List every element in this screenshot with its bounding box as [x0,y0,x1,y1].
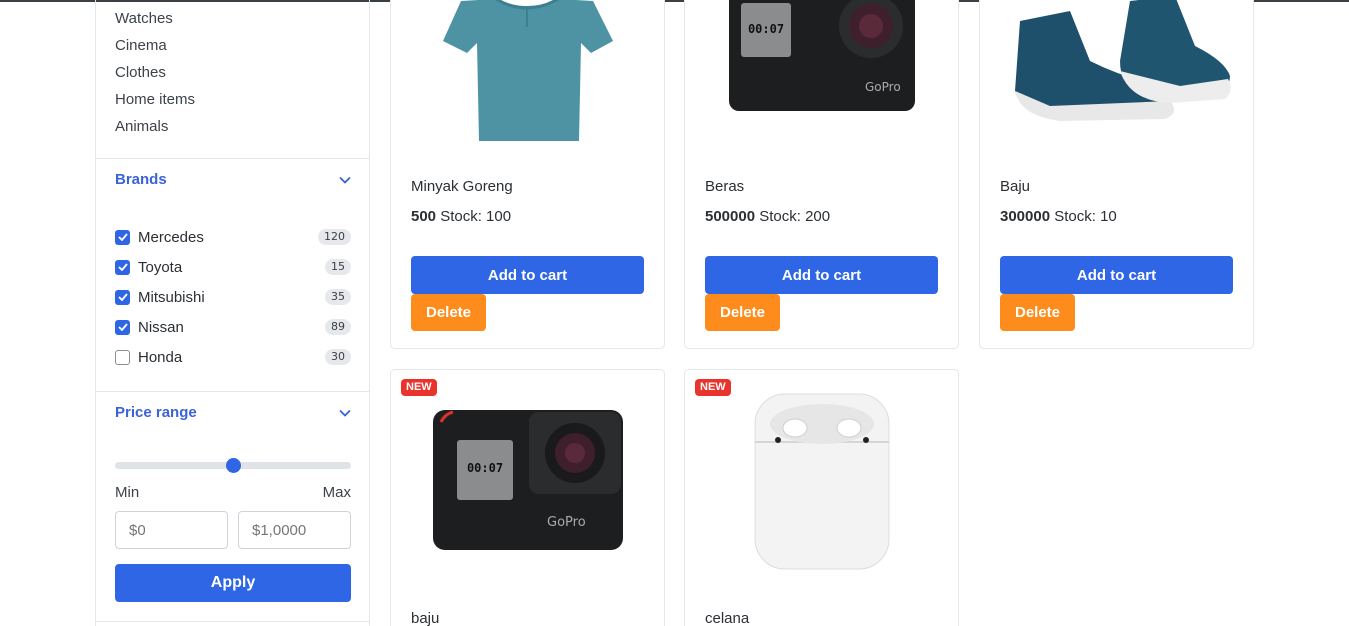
category-item-cinema[interactable]: Cinema [115,32,195,59]
apply-button[interactable]: Apply [115,564,351,602]
checkbox[interactable] [115,289,130,305]
category-item-animals[interactable]: Animals [115,113,195,140]
checkbox[interactable] [115,319,130,335]
filter-sidebar: Watches Cinema Clothes Home items Animal… [95,0,370,626]
product-price-stock: 500000 Stock: 200 [705,208,830,225]
new-badge: NEW [401,379,437,396]
chevron-down-icon[interactable] [339,176,351,184]
check-icon [117,263,128,271]
brand-label: Honda [138,348,183,366]
brand-label: Mercedes [138,228,204,246]
brand-label: Toyota [138,258,183,276]
product-price-stock: 500 Stock: 100 [411,208,511,225]
product-card: Baju 300000 Stock: 10 Add to cart Delete [979,0,1254,349]
price-range-title: Price range [115,404,197,421]
product-card: 00:07 GoPro Beras 500000 Stock: 200 Add … [684,0,959,349]
min-max-labels: Min Max [115,484,351,501]
checkbox[interactable] [115,349,130,365]
brand-item-mitsubishi[interactable]: Mitsubishi 35 [115,282,351,312]
add-to-cart-button[interactable]: Add to cart [705,256,938,294]
brand-item-nissan[interactable]: Nissan 89 [115,312,351,342]
product-image-blue-sneakers[interactable] [980,0,1253,151]
product-price: 500000 [705,208,756,225]
product-name: Minyak Goreng [411,178,513,195]
product-name: celana [705,610,750,626]
product-price: 500 [411,208,437,225]
brand-item-honda[interactable]: Honda 30 [115,342,351,372]
brand-item-mercedes[interactable]: Mercedes 120 [115,222,351,252]
product-image-airpods-case[interactable] [685,390,958,580]
brand-item-toyota[interactable]: Toyota 15 [115,252,351,282]
check-icon [117,323,128,331]
divider [96,621,369,622]
product-image-gopro-camera[interactable]: 00:07 GoPro [391,390,664,580]
min-label: Min [115,484,140,501]
check-icon [117,233,128,241]
category-item-home-items[interactable]: Home items [115,86,195,113]
brand-label: Nissan [138,318,184,336]
delete-button[interactable]: Delete [705,294,780,331]
product-card: Minyak Goreng 500 Stock: 100 Add to cart… [390,0,665,349]
product-name: baju [411,610,440,626]
svg-text:00:07: 00:07 [748,22,784,36]
category-item-clothes[interactable]: Clothes [115,59,195,86]
product-stock: Stock: 100 [440,208,512,225]
delete-button[interactable]: Delete [1000,294,1075,331]
product-card: 00:07 GoPro NEW baju [390,369,665,626]
price-range-section-header[interactable]: Price range [115,404,351,421]
product-stock: Stock: 200 [759,208,831,225]
product-price-stock: 300000 Stock: 10 [1000,208,1117,225]
brands-section-header[interactable]: Brands [115,171,351,188]
max-price-input[interactable] [238,511,351,549]
svg-text:00:07: 00:07 [467,461,503,475]
category-item-watches[interactable]: Watches [115,5,195,32]
product-price: 300000 [1000,208,1051,225]
product-name: Beras [705,178,745,195]
delete-button[interactable]: Delete [411,294,486,331]
count-badge: 89 [325,319,351,335]
count-badge: 15 [325,259,351,275]
count-badge: 120 [318,229,351,245]
max-label: Max [322,484,351,501]
brand-list: Mercedes 120 Toyota 15 Mitsubishi 35 Nis… [115,222,351,372]
min-price-input[interactable] [115,511,228,549]
brands-title: Brands [115,171,167,188]
brand-label: Mitsubishi [138,288,205,306]
price-slider[interactable] [115,458,351,473]
product-stock: Stock: 10 [1054,208,1117,225]
add-to-cart-button[interactable]: Add to cart [1000,256,1233,294]
product-card: NEW celana [684,369,959,626]
checkbox[interactable] [115,259,130,275]
svg-text:GoPro: GoPro [865,80,901,94]
new-badge: NEW [695,379,731,396]
check-icon [117,293,128,301]
count-badge: 35 [325,289,351,305]
svg-text:GoPro: GoPro [547,515,586,530]
count-badge: 30 [325,349,351,365]
category-list: Watches Cinema Clothes Home items Animal… [115,5,195,140]
divider [96,158,369,159]
checkbox[interactable] [115,229,130,245]
product-image-teal-tshirt[interactable] [391,0,664,151]
product-image-gopro-camera[interactable]: 00:07 GoPro [685,0,958,151]
chevron-down-icon[interactable] [339,409,351,417]
slider-thumb[interactable] [226,458,241,473]
add-to-cart-button[interactable]: Add to cart [411,256,644,294]
divider [96,391,369,392]
product-name: Baju [1000,178,1031,195]
